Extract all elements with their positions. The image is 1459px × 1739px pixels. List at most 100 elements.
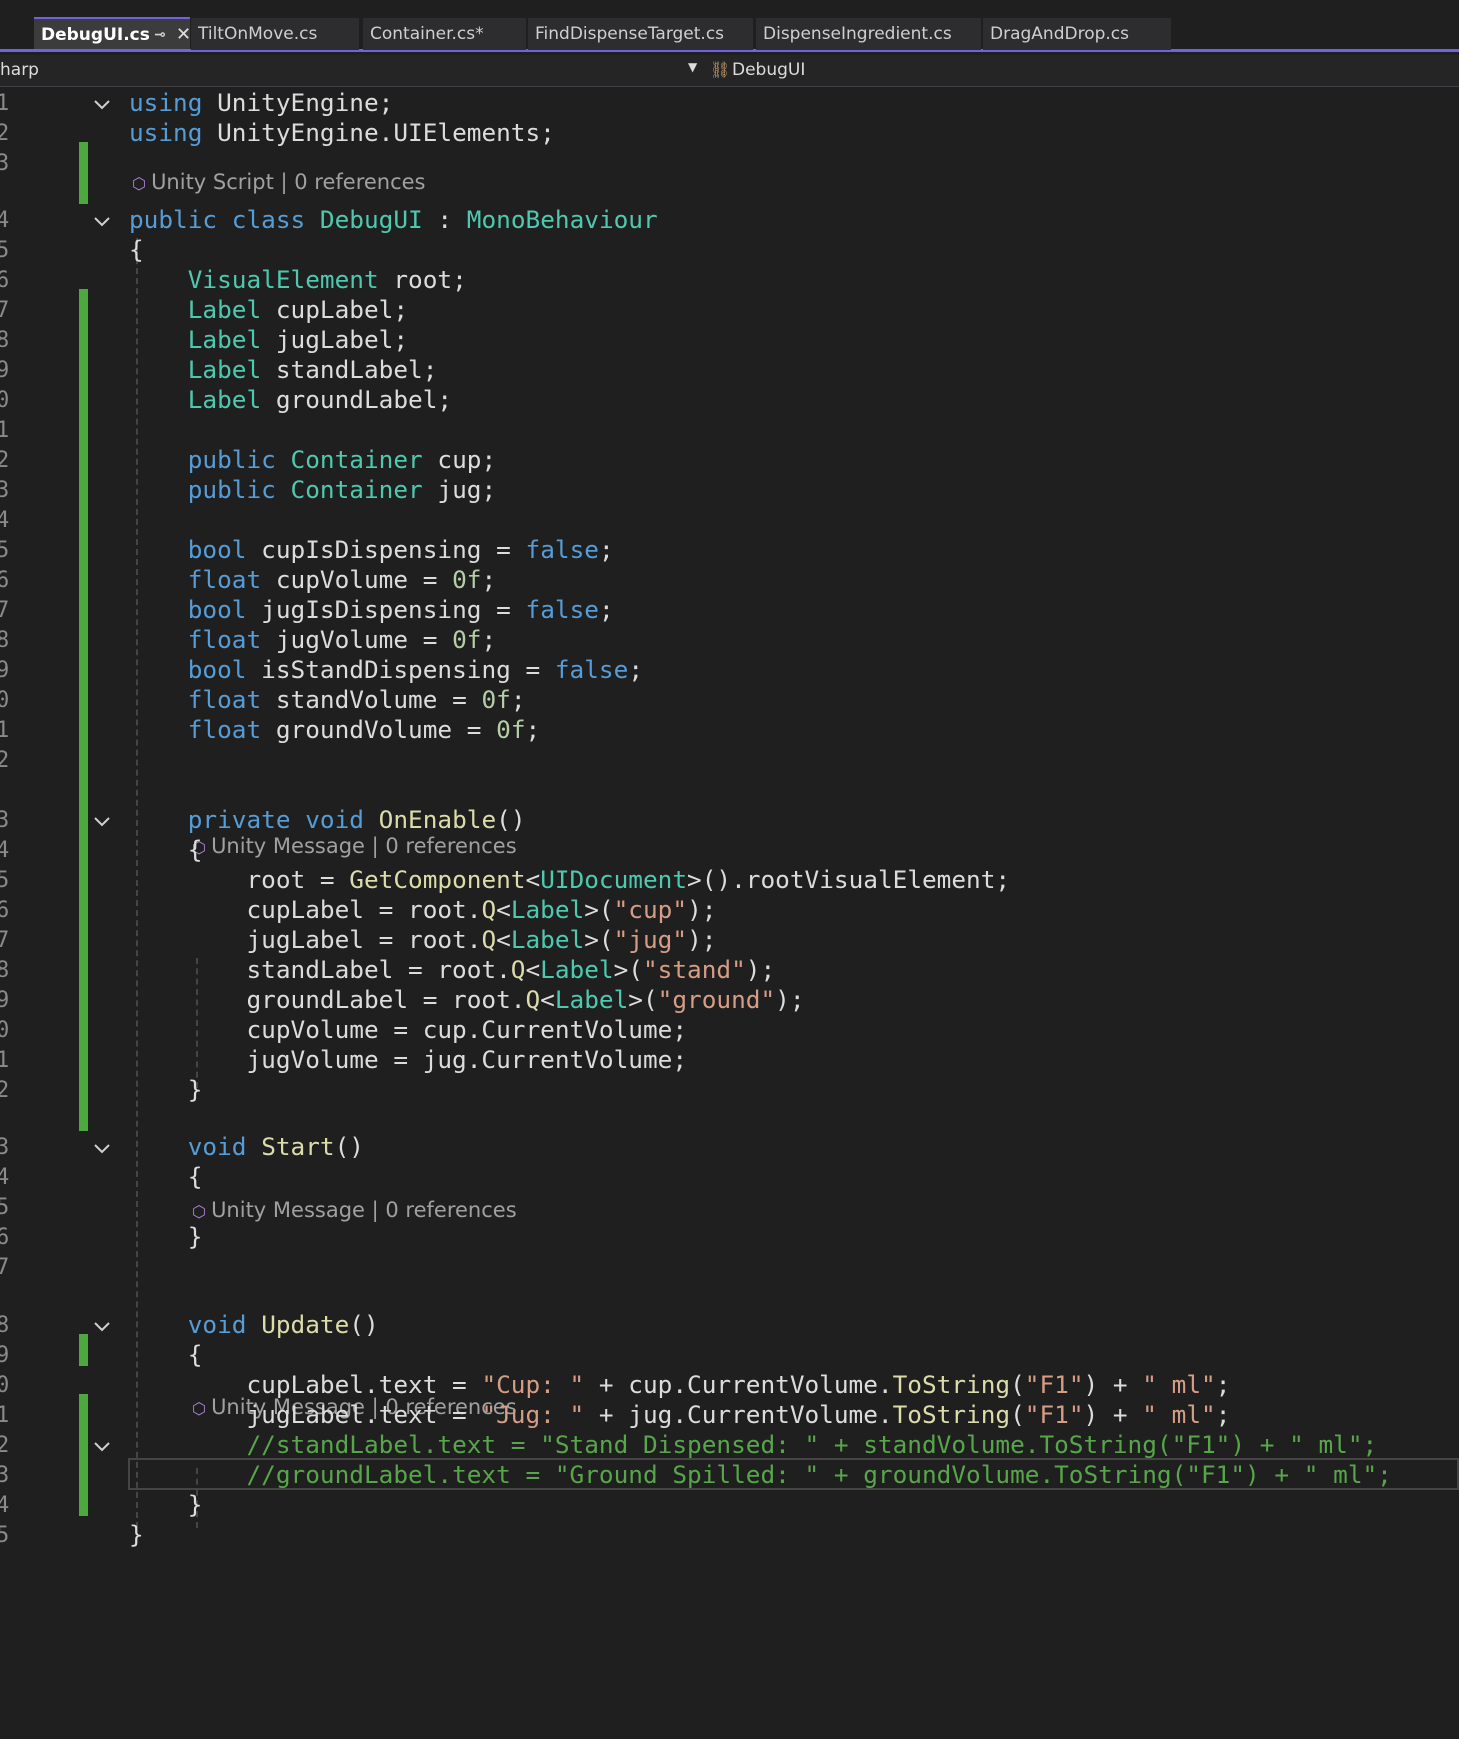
code-token: }	[129, 1520, 144, 1549]
tab-debugui[interactable]: DebugUI.cs ⊸ ✕	[34, 17, 190, 49]
change-bar	[79, 1394, 88, 1516]
tab-finddispensetarget[interactable]: FindDispenseTarget.cs	[528, 18, 753, 50]
code-token: class	[231, 205, 306, 234]
member-dropdown[interactable]: ⛓DebugUI	[710, 60, 805, 80]
code-token: void	[187, 1132, 247, 1161]
fold-chevron-icon[interactable]	[92, 1136, 112, 1156]
code-line: using UnityEngine;	[129, 88, 393, 117]
code-line: bool jugIsDispensing = false;	[129, 595, 614, 624]
code-token: public	[129, 205, 218, 234]
code-token: <	[525, 955, 541, 984]
code-line: VisualElement root;	[129, 265, 467, 294]
code-token: void	[187, 1310, 247, 1339]
change-bar	[79, 142, 88, 204]
code-token: groundLabel;	[261, 385, 453, 414]
line-number: 1	[0, 718, 10, 743]
code-token: using	[129, 88, 203, 117]
project-dropdown[interactable]: harp ▼	[0, 60, 700, 84]
line-number: 4	[0, 1493, 10, 1518]
code-token: "F1"	[1024, 1370, 1084, 1399]
fold-chevron-icon[interactable]	[92, 209, 112, 229]
code-token: );	[687, 895, 717, 924]
fold-chevron-icon[interactable]	[92, 92, 112, 112]
code-line: jugLabel.text = "Jug: " + jug.CurrentVol…	[129, 1400, 1230, 1429]
code-token: ;	[598, 595, 614, 624]
code-token: Update	[261, 1310, 350, 1339]
code-editor[interactable]: 1 2 3 4 5 6 7 8 9 0 1 2 3 4 5 6 7 8 9 0 1 2 3 4 5 6 7 8 9 0 1 2 3 4 5 6 7 8 9 0…	[0, 88, 1459, 1739]
line-number: 0	[0, 388, 10, 413]
unity-cube-icon: ⬡	[132, 174, 152, 193]
line-number: 6	[0, 568, 10, 593]
line-number: 3	[0, 478, 10, 503]
code-line: }	[129, 1490, 203, 1519]
code-token: standLabel = root.	[129, 955, 511, 984]
code-token: jug;	[422, 475, 497, 504]
code-token: jugIsDispensing =	[246, 595, 526, 624]
code-token: float	[187, 715, 262, 744]
codelens[interactable]: ⬡ Unity Script | 0 references	[132, 170, 426, 194]
line-number: 4	[0, 508, 10, 533]
code-line: }	[129, 1075, 203, 1104]
code-line: Label cupLabel;	[129, 295, 408, 324]
code-line: cupLabel.text = "Cup: " + cup.CurrentVol…	[129, 1370, 1230, 1399]
codelens[interactable]: ⬡ Unity Message | 0 references	[192, 1198, 517, 1222]
line-number: 3	[0, 151, 10, 176]
tab-container[interactable]: Container.cs*	[363, 18, 526, 50]
code-token: Q	[481, 925, 497, 954]
code-line: {	[129, 235, 144, 264]
fold-chevron-icon[interactable]	[92, 1314, 112, 1334]
line-number: 9	[0, 358, 10, 383]
code-token: Label	[510, 925, 585, 954]
code-token: Start	[261, 1132, 335, 1161]
code-token: 0f	[496, 715, 526, 744]
code-token: >(	[584, 895, 614, 924]
fold-chevron-icon[interactable]	[92, 1434, 112, 1454]
tab-dispenseingredient[interactable]: DispenseIngredient.cs	[756, 18, 981, 50]
code-token: "stand"	[642, 955, 746, 984]
close-icon[interactable]: ✕	[176, 19, 190, 49]
code-token: public	[187, 475, 276, 504]
code-token: cupLabel.text =	[129, 1370, 482, 1399]
fold-chevron-icon[interactable]	[92, 809, 112, 829]
code-token: "F1"	[1024, 1400, 1084, 1429]
pin-icon[interactable]: ⊸	[154, 19, 166, 49]
code-token: ;	[481, 625, 497, 654]
line-number: 1	[0, 91, 10, 116]
code-token: UnityEngine;	[202, 88, 394, 117]
code-token: bool	[187, 595, 247, 624]
code-token: "jug"	[613, 925, 688, 954]
tab-draganddrop[interactable]: DragAndDrop.cs	[983, 18, 1171, 50]
line-number: 0	[0, 1373, 10, 1398]
code-line: standLabel = root.Q<Label>("stand");	[129, 955, 775, 984]
line-number: 4	[0, 1165, 10, 1190]
code-line: {	[129, 835, 203, 864]
line-number: 8	[0, 1313, 10, 1338]
code-token: ;	[598, 535, 614, 564]
tab-label: FindDispenseTarget.cs	[535, 24, 725, 44]
line-number: 4	[0, 208, 10, 233]
code-token: :	[422, 205, 467, 234]
code-token: Q	[510, 955, 526, 984]
code-token: jugLabel.text =	[129, 1400, 482, 1429]
code-line: jugLabel = root.Q<Label>("jug");	[129, 925, 716, 954]
chevron-down-icon[interactable]: ▼	[688, 60, 697, 74]
navigation-bar: harp ▼ ⛓DebugUI	[0, 55, 1459, 87]
code-token: {	[129, 835, 203, 864]
codelens[interactable]: ⬡ Unity Message | 0 references	[192, 834, 517, 858]
line-number: 9	[0, 658, 10, 683]
line-number: 7	[0, 298, 10, 323]
line-number: 8	[0, 628, 10, 653]
code-line: root = GetComponent<UIDocument>().rootVi…	[129, 865, 1010, 894]
code-token: standVolume =	[261, 685, 482, 714]
code-line: private void OnEnable()	[129, 805, 526, 834]
code-token: ToString	[892, 1370, 1011, 1399]
code-token: Q	[525, 985, 541, 1014]
code-token: jugVolume = jug.CurrentVolume;	[129, 1045, 688, 1074]
tab-tiltonmove[interactable]: TiltOnMove.cs	[191, 18, 359, 50]
